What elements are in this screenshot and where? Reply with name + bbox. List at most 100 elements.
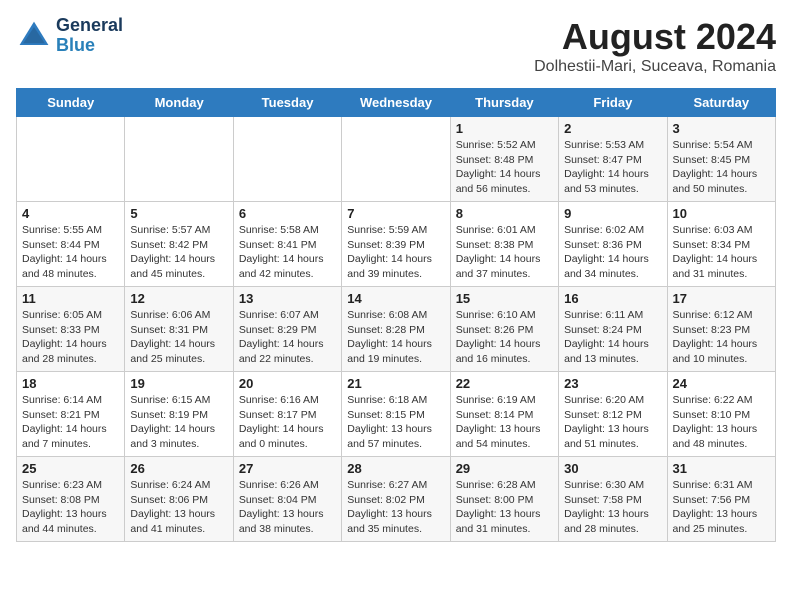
day-info: Sunrise: 5:54 AM Sunset: 8:45 PM Dayligh… [673, 138, 770, 197]
day-number: 5 [130, 206, 227, 221]
calendar-cell: 25 Sunrise: 6:23 AM Sunset: 8:08 PM Dayli… [17, 457, 125, 542]
day-info: Sunrise: 6:08 AM Sunset: 8:28 PM Dayligh… [347, 308, 444, 367]
calendar-cell: 31 Sunrise: 6:31 AM Sunset: 7:56 PM Dayli… [667, 457, 775, 542]
day-info: Sunrise: 5:58 AM Sunset: 8:41 PM Dayligh… [239, 223, 336, 282]
day-info: Sunrise: 6:01 AM Sunset: 8:38 PM Dayligh… [456, 223, 553, 282]
day-info: Sunrise: 6:16 AM Sunset: 8:17 PM Dayligh… [239, 393, 336, 452]
day-header-monday: Monday [125, 89, 233, 117]
calendar-cell: 27 Sunrise: 6:26 AM Sunset: 8:04 PM Dayli… [233, 457, 341, 542]
calendar-cell [342, 117, 450, 202]
day-number: 21 [347, 376, 444, 391]
calendar-table: SundayMondayTuesdayWednesdayThursdayFrid… [16, 88, 776, 542]
day-number: 23 [564, 376, 661, 391]
calendar-cell: 24 Sunrise: 6:22 AM Sunset: 8:10 PM Dayli… [667, 372, 775, 457]
calendar-cell: 6Sunrise: 5:58 AM Sunset: 8:41 PM Daylig… [233, 202, 341, 287]
day-number: 8 [456, 206, 553, 221]
day-number: 31 [673, 461, 770, 476]
calendar-cell: 9 Sunrise: 6:02 AM Sunset: 8:36 PM Daylig… [559, 202, 667, 287]
day-number: 1 [456, 121, 553, 136]
logo-blue: Blue [56, 36, 123, 56]
calendar-cell: 15Sunrise: 6:10 AM Sunset: 8:26 PM Dayli… [450, 287, 558, 372]
calendar-cell: 20Sunrise: 6:16 AM Sunset: 8:17 PM Dayli… [233, 372, 341, 457]
calendar-cell: 23Sunrise: 6:20 AM Sunset: 8:12 PM Dayli… [559, 372, 667, 457]
calendar-cell: 19 Sunrise: 6:15 AM Sunset: 8:19 PM Dayli… [125, 372, 233, 457]
day-number: 18 [22, 376, 119, 391]
day-header-sunday: Sunday [17, 89, 125, 117]
week-row-4: 18 Sunrise: 6:14 AM Sunset: 8:21 PM Dayli… [17, 372, 776, 457]
day-number: 26 [130, 461, 227, 476]
logo-text: General Blue [56, 16, 123, 56]
day-info: Sunrise: 6:10 AM Sunset: 8:26 PM Dayligh… [456, 308, 553, 367]
day-info: Sunrise: 6:24 AM Sunset: 8:06 PM Dayligh… [130, 478, 227, 537]
page-header: General Blue August 2024 Dolhestii-Mari,… [16, 16, 776, 76]
day-number: 3 [673, 121, 770, 136]
calendar-subtitle: Dolhestii-Mari, Suceava, Romania [534, 58, 776, 76]
day-info: Sunrise: 6:26 AM Sunset: 8:04 PM Dayligh… [239, 478, 336, 537]
calendar-cell: 28Sunrise: 6:27 AM Sunset: 8:02 PM Dayli… [342, 457, 450, 542]
calendar-cell [233, 117, 341, 202]
day-info: Sunrise: 6:30 AM Sunset: 7:58 PM Dayligh… [564, 478, 661, 537]
title-area: August 2024 Dolhestii-Mari, Suceava, Rom… [534, 16, 776, 76]
calendar-cell: 1 Sunrise: 5:52 AM Sunset: 8:48 PM Daylig… [450, 117, 558, 202]
day-number: 7 [347, 206, 444, 221]
day-number: 28 [347, 461, 444, 476]
calendar-cell: 4Sunrise: 5:55 AM Sunset: 8:44 PM Daylig… [17, 202, 125, 287]
logo-icon [16, 18, 52, 54]
day-number: 24 [673, 376, 770, 391]
week-row-5: 25 Sunrise: 6:23 AM Sunset: 8:08 PM Dayli… [17, 457, 776, 542]
day-number: 27 [239, 461, 336, 476]
day-info: Sunrise: 5:52 AM Sunset: 8:48 PM Dayligh… [456, 138, 553, 197]
day-info: Sunrise: 6:31 AM Sunset: 7:56 PM Dayligh… [673, 478, 770, 537]
day-info: Sunrise: 6:28 AM Sunset: 8:00 PM Dayligh… [456, 478, 553, 537]
day-number: 12 [130, 291, 227, 306]
day-number: 17 [673, 291, 770, 306]
calendar-cell [17, 117, 125, 202]
calendar-cell: 13Sunrise: 6:07 AM Sunset: 8:29 PM Dayli… [233, 287, 341, 372]
day-header-tuesday: Tuesday [233, 89, 341, 117]
day-header-saturday: Saturday [667, 89, 775, 117]
calendar-cell: 7 Sunrise: 5:59 AM Sunset: 8:39 PM Daylig… [342, 202, 450, 287]
calendar-cell: 30Sunrise: 6:30 AM Sunset: 7:58 PM Dayli… [559, 457, 667, 542]
calendar-cell: 2 Sunrise: 5:53 AM Sunset: 8:47 PM Daylig… [559, 117, 667, 202]
day-number: 4 [22, 206, 119, 221]
day-info: Sunrise: 6:06 AM Sunset: 8:31 PM Dayligh… [130, 308, 227, 367]
day-number: 19 [130, 376, 227, 391]
calendar-cell: 18 Sunrise: 6:14 AM Sunset: 8:21 PM Dayli… [17, 372, 125, 457]
week-row-1: 1 Sunrise: 5:52 AM Sunset: 8:48 PM Daylig… [17, 117, 776, 202]
day-info: Sunrise: 6:19 AM Sunset: 8:14 PM Dayligh… [456, 393, 553, 452]
day-info: Sunrise: 6:15 AM Sunset: 8:19 PM Dayligh… [130, 393, 227, 452]
calendar-cell: 17Sunrise: 6:12 AM Sunset: 8:23 PM Dayli… [667, 287, 775, 372]
day-info: Sunrise: 6:02 AM Sunset: 8:36 PM Dayligh… [564, 223, 661, 282]
day-header-wednesday: Wednesday [342, 89, 450, 117]
day-info: Sunrise: 6:11 AM Sunset: 8:24 PM Dayligh… [564, 308, 661, 367]
day-info: Sunrise: 6:23 AM Sunset: 8:08 PM Dayligh… [22, 478, 119, 537]
day-number: 29 [456, 461, 553, 476]
day-number: 11 [22, 291, 119, 306]
logo-general: General [56, 16, 123, 36]
week-row-3: 11 Sunrise: 6:05 AM Sunset: 8:33 PM Dayli… [17, 287, 776, 372]
day-info: Sunrise: 5:59 AM Sunset: 8:39 PM Dayligh… [347, 223, 444, 282]
day-info: Sunrise: 6:14 AM Sunset: 8:21 PM Dayligh… [22, 393, 119, 452]
day-info: Sunrise: 5:53 AM Sunset: 8:47 PM Dayligh… [564, 138, 661, 197]
day-number: 2 [564, 121, 661, 136]
day-info: Sunrise: 6:22 AM Sunset: 8:10 PM Dayligh… [673, 393, 770, 452]
day-info: Sunrise: 6:05 AM Sunset: 8:33 PM Dayligh… [22, 308, 119, 367]
calendar-cell: 22 Sunrise: 6:19 AM Sunset: 8:14 PM Dayli… [450, 372, 558, 457]
day-header-friday: Friday [559, 89, 667, 117]
calendar-cell: 10Sunrise: 6:03 AM Sunset: 8:34 PM Dayli… [667, 202, 775, 287]
day-number: 14 [347, 291, 444, 306]
calendar-cell: 8 Sunrise: 6:01 AM Sunset: 8:38 PM Daylig… [450, 202, 558, 287]
calendar-body: 1 Sunrise: 5:52 AM Sunset: 8:48 PM Daylig… [17, 117, 776, 542]
week-row-2: 4Sunrise: 5:55 AM Sunset: 8:44 PM Daylig… [17, 202, 776, 287]
day-header-thursday: Thursday [450, 89, 558, 117]
day-number: 25 [22, 461, 119, 476]
day-number: 22 [456, 376, 553, 391]
day-number: 13 [239, 291, 336, 306]
calendar-cell: 21Sunrise: 6:18 AM Sunset: 8:15 PM Dayli… [342, 372, 450, 457]
day-number: 9 [564, 206, 661, 221]
calendar-cell: 29 Sunrise: 6:28 AM Sunset: 8:00 PM Dayli… [450, 457, 558, 542]
calendar-cell: 26 Sunrise: 6:24 AM Sunset: 8:06 PM Dayli… [125, 457, 233, 542]
logo-area: General Blue [16, 16, 123, 56]
calendar-cell: 3 Sunrise: 5:54 AM Sunset: 8:45 PM Daylig… [667, 117, 775, 202]
calendar-cell: 12 Sunrise: 6:06 AM Sunset: 8:31 PM Dayli… [125, 287, 233, 372]
